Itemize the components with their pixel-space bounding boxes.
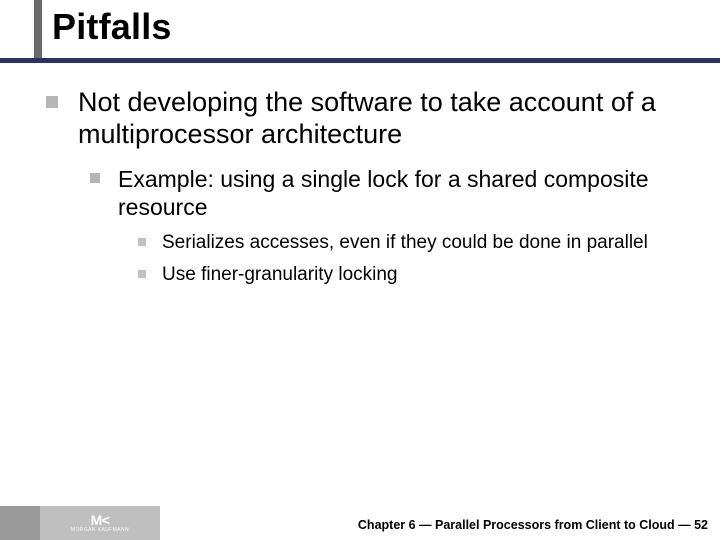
- logo-main-text: M<: [91, 512, 110, 528]
- bullet-text: Not developing the software to take acco…: [58, 86, 686, 151]
- bullet-level1: Not developing the software to take acco…: [46, 86, 686, 151]
- title-block: Pitfalls: [34, 0, 172, 48]
- bullet-text: Serializes accesses, even if they could …: [146, 231, 648, 255]
- content-area: Not developing the software to take acco…: [46, 86, 686, 286]
- publisher-logo: M< MORGAN KAUFMANN: [40, 506, 160, 540]
- footer: M< MORGAN KAUFMANN Chapter 6 — Parallel …: [0, 506, 720, 540]
- slide: Pitfalls Not developing the software to …: [0, 0, 720, 540]
- square-bullet-icon: [138, 238, 146, 246]
- square-bullet-icon: [46, 96, 58, 108]
- mk-logo-icon: M< MORGAN KAUFMANN: [71, 513, 129, 533]
- chapter-footer-text: Chapter 6 — Parallel Processors from Cli…: [358, 518, 708, 532]
- horizontal-rule: [0, 58, 720, 63]
- bullet-level3: Serializes accesses, even if they could …: [138, 231, 686, 255]
- bullet-level2: Example: using a single lock for a share…: [90, 165, 686, 221]
- logo-sub-text: MORGAN KAUFMANN: [71, 528, 129, 533]
- square-bullet-icon: [90, 173, 100, 183]
- footer-accent-dark: [0, 506, 40, 540]
- slide-title: Pitfalls: [34, 0, 172, 48]
- bullet-text: Use finer-granularity locking: [146, 263, 398, 287]
- bullet-text: Example: using a single lock for a share…: [100, 165, 686, 221]
- bullet-level3: Use finer-granularity locking: [138, 263, 686, 287]
- square-bullet-icon: [138, 270, 146, 278]
- title-accent-bar: [34, 0, 42, 58]
